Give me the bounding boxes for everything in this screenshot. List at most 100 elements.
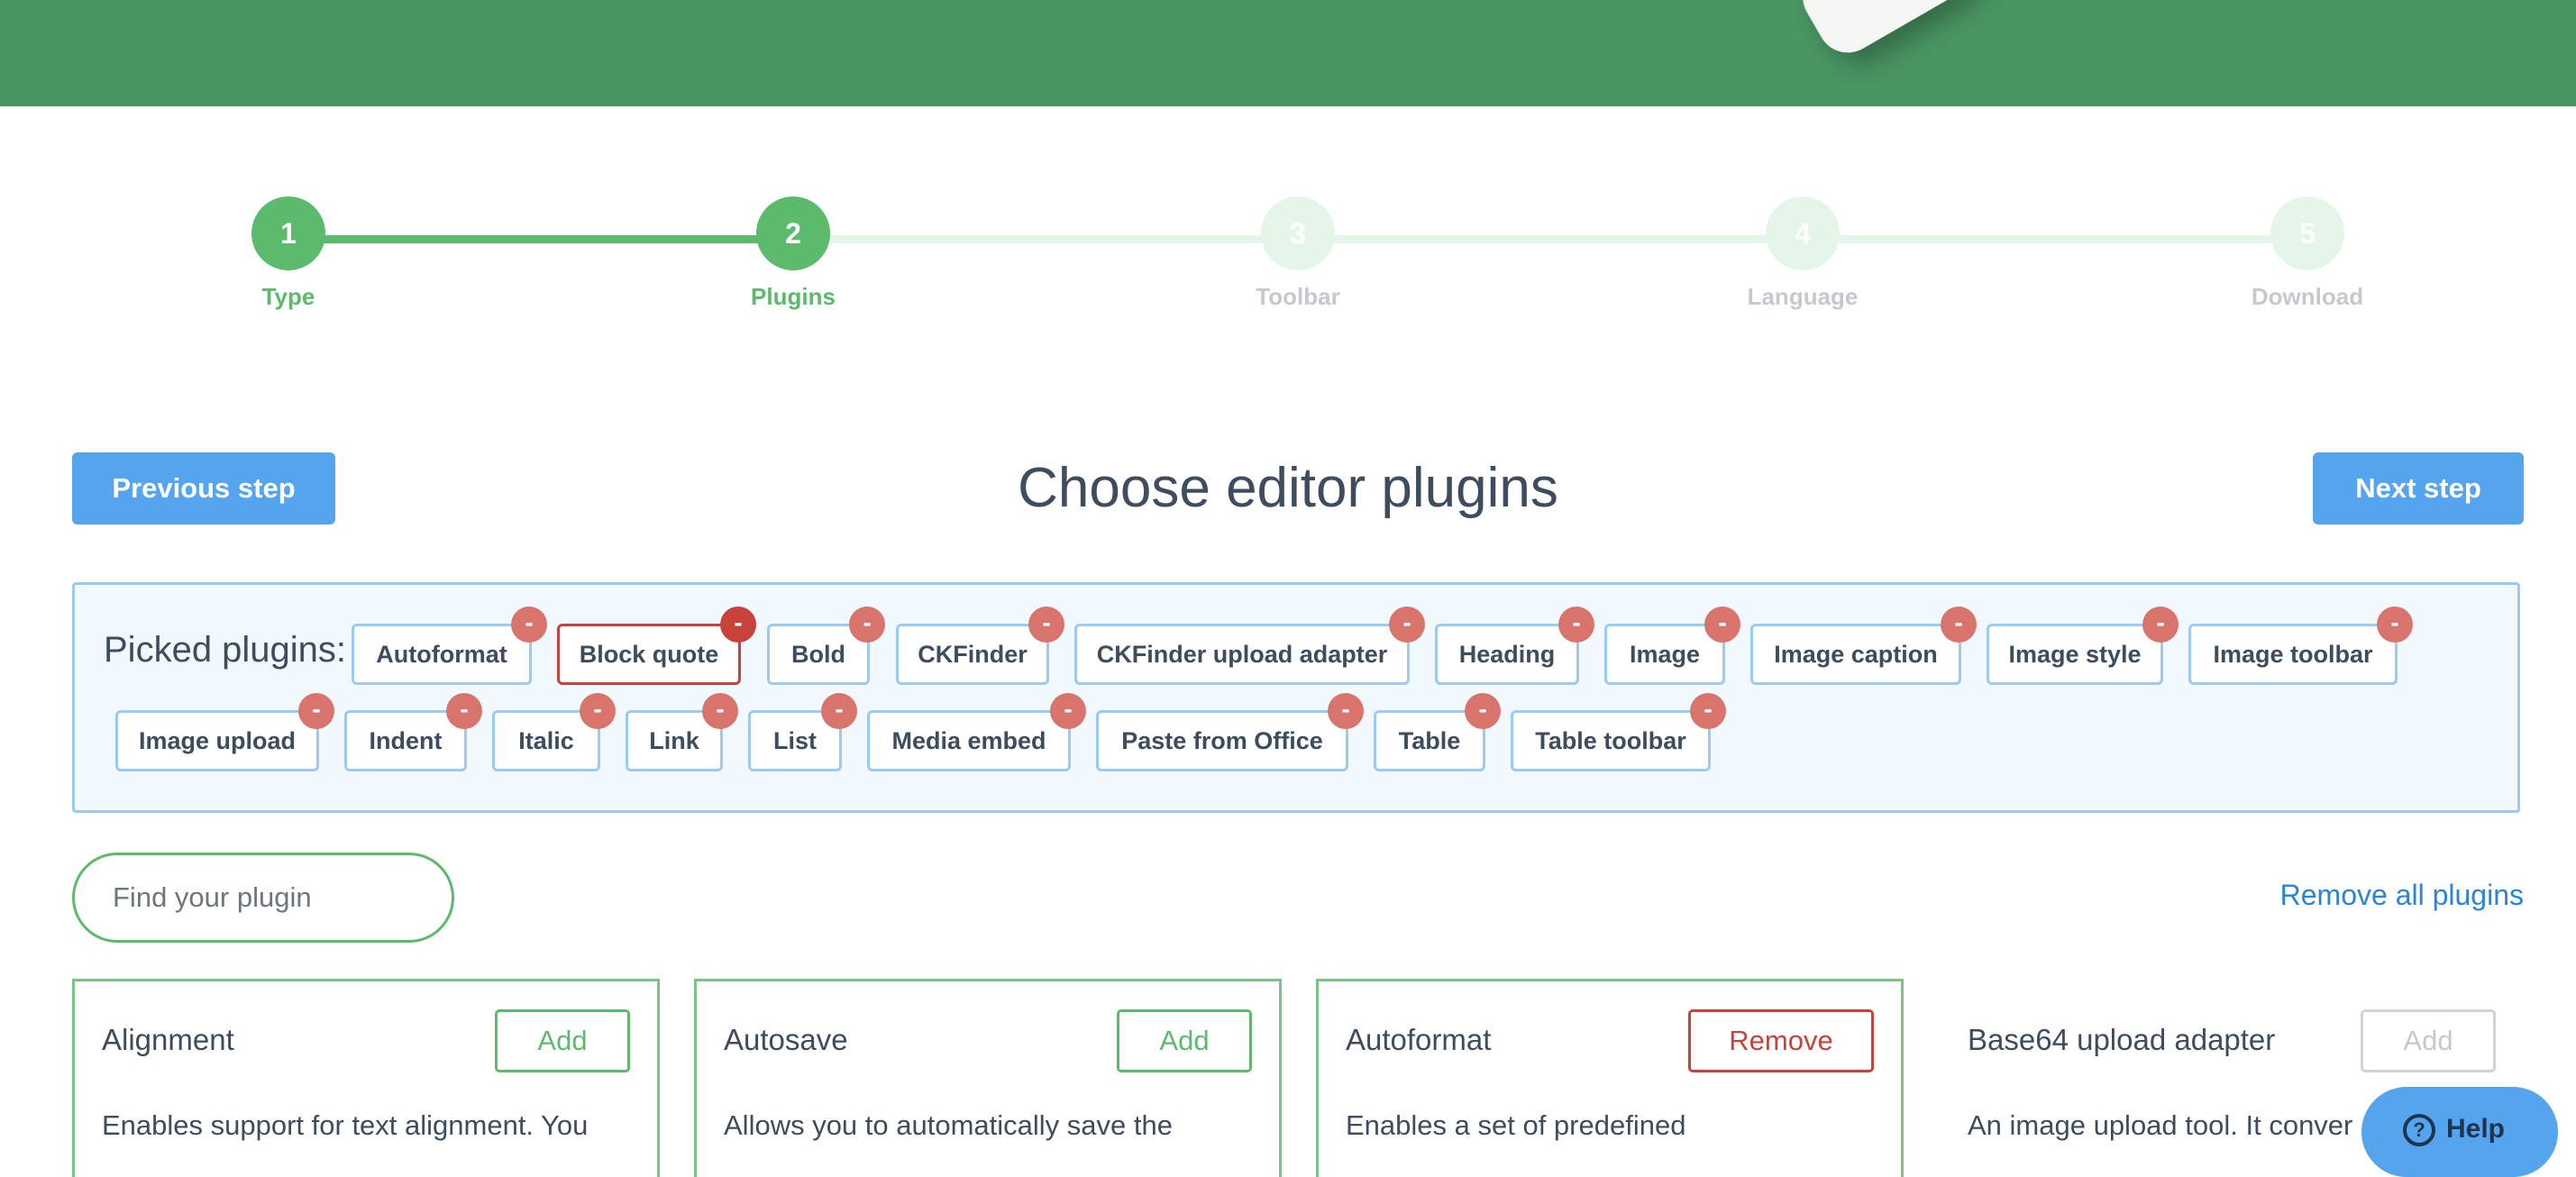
stepper-remaining-line [793,235,2307,243]
step-label: Plugins [751,283,836,310]
step-language[interactable]: 4 Language [1713,196,1893,311]
chip-label: Bold [791,640,845,668]
picked-plugin-chip[interactable]: Bold - [767,607,885,685]
chip-remove-button[interactable]: - [1050,693,1086,729]
picked-plugin-chip[interactable]: Media embed - [867,693,1086,771]
chip-label: Media embed [891,726,1046,754]
chip-label: List [772,726,817,754]
picked-plugin-chip[interactable]: CKFinder upload adapter - [1074,607,1425,685]
chip-label: Image upload [138,726,297,754]
search-input[interactable] [72,853,454,943]
chip-label: CKFinder upload adapter [1096,640,1388,668]
page-title: Choose editor plugins [1018,457,1558,519]
step-number: 1 [251,196,325,270]
chip-label: Image style [2008,640,2142,668]
chip-remove-button[interactable]: - [1558,607,1594,643]
add-plugin-button[interactable]: Add [2361,1009,2496,1072]
add-plugin-button[interactable]: Add [1117,1009,1252,1072]
plugin-description: Allows you to automatically save the [724,1109,1173,1141]
chip-label: Autoformat [376,640,507,668]
step-type[interactable]: 1 Type [198,196,379,311]
chip-remove-button[interactable]: - [702,693,738,729]
chip-label: Heading [1458,640,1556,668]
previous-step-button[interactable]: Previous step [72,452,335,525]
plugin-name: Autoformat [1346,1023,1492,1056]
step-label: Download [2251,283,2364,310]
plugin-description: Enables support for text alignment. You [102,1109,589,1141]
step-toolbar[interactable]: 3 Toolbar [1208,196,1388,311]
question-icon: ? [2403,1114,2435,1146]
picked-plugin-chip[interactable]: CKFinder - [896,607,1064,685]
picked-plugin-chip[interactable]: Indent - [344,693,482,771]
chip-label: CKFinder [918,640,1028,668]
step-download[interactable]: 5 Download [2217,196,2398,311]
picked-plugin-chip[interactable]: Table toolbar - [1511,693,1726,771]
next-step-button[interactable]: Next step [2313,452,2524,525]
picked-plugin-chip[interactable]: Block quote - [557,607,756,685]
chip-label: Link [649,726,699,754]
picked-plugin-chip[interactable]: Image style - [1987,607,2179,685]
picked-plugin-chip[interactable]: Image caption - [1750,607,1977,685]
chip-label: Image caption [1774,640,1938,668]
step-number: 5 [2270,196,2344,270]
picked-plugins-title: Picked plugins: [104,630,347,670]
chip-remove-button[interactable]: - [849,607,885,643]
add-plugin-button[interactable]: Add [495,1009,630,1072]
step-label: Language [1747,283,1859,310]
remove-all-plugins-link[interactable]: Remove all plugins [2280,879,2524,912]
remove-plugin-button[interactable]: Remove [1688,1009,1874,1072]
step-number: 4 [1766,196,1840,270]
banner-decoration [1791,0,1986,64]
wizard-stepper: 1 Type 2 Plugins 3 Toolbar 4 Language 5 … [0,189,2576,324]
step-label: Type [261,283,315,310]
plugin-description: An image upload tool. It conver [1968,1109,2353,1141]
chip-remove-button[interactable]: - [298,693,334,729]
step-number: 3 [1261,196,1335,270]
step-number: 2 [756,196,830,270]
chip-label: Image toolbar [2213,640,2373,668]
picked-plugin-chip[interactable]: Image - [1604,607,1740,685]
picked-plugin-chip[interactable]: Link - [626,693,738,771]
chip-remove-button[interactable]: - [1028,607,1064,643]
chip-remove-button[interactable]: - [511,607,547,643]
plugin-name: Base64 upload adapter [1968,1023,2276,1056]
chip-remove-button[interactable]: - [720,607,756,643]
picked-plugins-panel: Picked plugins: Autoformat - Block quote… [72,582,2520,813]
chip-remove-button[interactable]: - [2142,607,2179,643]
help-button[interactable]: ? Help [2361,1087,2558,1177]
plugin-description: Enables a set of predefined [1346,1109,1686,1141]
picked-plugin-chip[interactable]: Italic - [492,693,616,771]
picked-plugin-chip[interactable]: Paste from Office - [1096,693,1364,771]
plugin-card: Autoformat Remove Enables a set of prede… [1316,979,1904,1177]
chip-remove-button[interactable]: - [1465,693,1501,729]
chip-remove-button[interactable]: - [821,693,857,729]
step-plugins[interactable]: 2 Plugins [703,196,883,311]
chip-label: Table toolbar [1535,726,1686,754]
picked-plugin-chip[interactable]: Table - [1374,693,1501,771]
chip-remove-button[interactable]: - [446,693,482,729]
plugin-card: Alignment Add Enables support for text a… [72,979,660,1177]
chip-label: Paste from Office [1121,726,1323,754]
picked-plugin-chip[interactable]: Image toolbar - [2188,607,2413,685]
chip-label: Indent [369,726,443,754]
chip-remove-button[interactable]: - [1704,607,1740,643]
chip-remove-button[interactable]: - [1328,693,1364,729]
picked-plugin-chip[interactable]: Image upload - [115,693,334,771]
chip-remove-button[interactable]: - [1941,607,1977,643]
plugin-name: Alignment [102,1023,234,1056]
chip-remove-button[interactable]: - [1690,693,1726,729]
picked-plugin-chip[interactable]: Autoformat - [352,607,547,685]
top-banner [0,0,2576,106]
help-label: Help [2446,1114,2506,1144]
chip-remove-button[interactable]: - [1389,607,1425,643]
chip-label: Image [1629,640,1701,668]
chip-label: Italic [518,726,574,754]
picked-plugin-chip[interactable]: List - [748,693,857,771]
plugin-name: Autosave [724,1023,848,1056]
chip-label: Block quote [579,640,719,668]
chip-remove-button[interactable]: - [580,693,616,729]
plugin-card: Autosave Add Allows you to automatically… [694,979,1282,1177]
chip-remove-button[interactable]: - [2377,607,2413,643]
picked-plugin-chip[interactable]: Heading - [1435,607,1594,685]
step-label: Toolbar [1256,283,1340,310]
